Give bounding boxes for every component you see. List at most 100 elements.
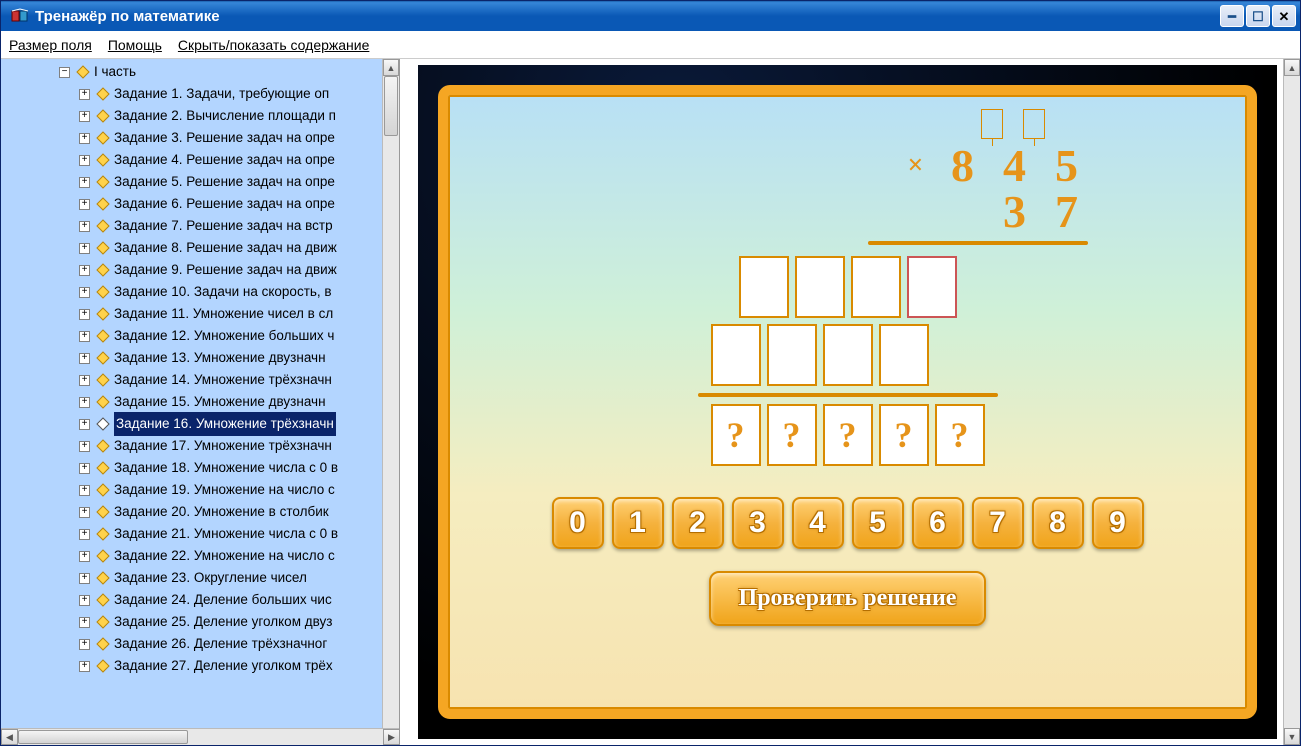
- expand-icon[interactable]: +: [79, 155, 90, 166]
- expand-icon[interactable]: +: [79, 551, 90, 562]
- keypad-1[interactable]: 1: [612, 497, 664, 549]
- expand-icon[interactable]: +: [79, 507, 90, 518]
- expand-icon[interactable]: +: [79, 595, 90, 606]
- maximize-button[interactable]: ☐: [1246, 5, 1270, 27]
- scroll-up-icon[interactable]: ▲: [383, 59, 399, 76]
- tree-item[interactable]: +Задание 16. Умножение трёхзначн: [1, 413, 382, 435]
- tree-item[interactable]: +Задание 27. Деление уголком трёх: [1, 655, 382, 677]
- tree-item[interactable]: +Задание 9. Решение задач на движ: [1, 259, 382, 281]
- tree-item[interactable]: +Задание 4. Решение задач на опре: [1, 149, 382, 171]
- expand-icon[interactable]: +: [79, 133, 90, 144]
- expand-icon[interactable]: +: [79, 243, 90, 254]
- expand-icon[interactable]: +: [79, 177, 90, 188]
- tree-item[interactable]: +Задание 25. Деление уголком двуз: [1, 611, 382, 633]
- expand-icon[interactable]: +: [79, 287, 90, 298]
- tree-item[interactable]: +Задание 5. Решение задач на опре: [1, 171, 382, 193]
- expand-icon[interactable]: +: [79, 111, 90, 122]
- tree-root[interactable]: −I часть: [1, 61, 382, 83]
- expand-icon[interactable]: +: [79, 309, 90, 320]
- result-cell[interactable]: ?: [711, 404, 761, 466]
- expand-icon[interactable]: +: [79, 441, 90, 452]
- keypad-4[interactable]: 4: [792, 497, 844, 549]
- tree-item[interactable]: +Задание 11. Умножение чисел в сл: [1, 303, 382, 325]
- expand-icon[interactable]: +: [79, 353, 90, 364]
- sidebar-vertical-scrollbar[interactable]: ▲ ▼: [382, 59, 399, 745]
- expand-icon[interactable]: +: [79, 463, 90, 474]
- tree-item[interactable]: +Задание 23. Округление чисел: [1, 567, 382, 589]
- tree-item[interactable]: +Задание 15. Умножение двузначн: [1, 391, 382, 413]
- result-cell[interactable]: ?: [823, 404, 873, 466]
- answer-cell[interactable]: [767, 324, 817, 386]
- tree-item[interactable]: +Задание 17. Умножение трёхзначн: [1, 435, 382, 457]
- tree-item[interactable]: +Задание 8. Решение задач на движ: [1, 237, 382, 259]
- answer-cell-active[interactable]: [907, 256, 957, 318]
- keypad-2[interactable]: 2: [672, 497, 724, 549]
- expand-icon[interactable]: +: [79, 375, 90, 386]
- scroll-right-icon[interactable]: ▶: [383, 729, 400, 745]
- tree-item[interactable]: +Задание 21. Умножение числа с 0 в: [1, 523, 382, 545]
- answer-cell[interactable]: [711, 324, 761, 386]
- expand-icon[interactable]: +: [79, 573, 90, 584]
- answer-cell[interactable]: [879, 324, 929, 386]
- keypad-6[interactable]: 6: [912, 497, 964, 549]
- keypad-0[interactable]: 0: [552, 497, 604, 549]
- expand-icon[interactable]: +: [79, 331, 90, 342]
- tree-item[interactable]: +Задание 24. Деление больших чис: [1, 589, 382, 611]
- scroll-down-icon[interactable]: ▼: [1284, 728, 1300, 745]
- answer-cell[interactable]: [795, 256, 845, 318]
- result-cell[interactable]: ?: [767, 404, 817, 466]
- expand-icon[interactable]: +: [79, 221, 90, 232]
- tree-item[interactable]: +Задание 13. Умножение двузначн: [1, 347, 382, 369]
- close-button[interactable]: ✕: [1272, 5, 1296, 27]
- collapse-icon[interactable]: −: [59, 67, 70, 78]
- expand-icon[interactable]: +: [79, 265, 90, 276]
- carry-box[interactable]: [1023, 109, 1045, 139]
- expand-icon[interactable]: +: [79, 617, 90, 628]
- expand-icon[interactable]: +: [79, 199, 90, 210]
- main-vertical-scrollbar[interactable]: ▲ ▼: [1283, 59, 1300, 745]
- keypad-8[interactable]: 8: [1032, 497, 1084, 549]
- window-title: Тренажёр по математике: [35, 8, 1220, 25]
- tree-item[interactable]: +Задание 6. Решение задач на опре: [1, 193, 382, 215]
- expand-icon[interactable]: +: [79, 661, 90, 672]
- tree-item[interactable]: + Задание 26. Деление трёхзначног: [1, 633, 382, 655]
- keypad-7[interactable]: 7: [972, 497, 1024, 549]
- answer-cell[interactable]: [823, 324, 873, 386]
- tree-item[interactable]: +Задание 22. Умножение на число с: [1, 545, 382, 567]
- menu-toggle-toc[interactable]: Скрыть/показать содержание: [178, 37, 369, 53]
- scroll-up-icon[interactable]: ▲: [1284, 59, 1300, 76]
- expand-icon[interactable]: +: [79, 89, 90, 100]
- expand-icon[interactable]: +: [79, 397, 90, 408]
- tree-item[interactable]: +Задание 3. Решение задач на опре: [1, 127, 382, 149]
- sidebar-horizontal-scrollbar[interactable]: ◀ ▶: [1, 728, 400, 745]
- tree-item[interactable]: +Задание 1. Задачи, требующие оп: [1, 83, 382, 105]
- tree-item[interactable]: +Задание 19. Умножение на число с: [1, 479, 382, 501]
- tree-item[interactable]: +Задание 14. Умножение трёхзначн: [1, 369, 382, 391]
- answer-cell[interactable]: [851, 256, 901, 318]
- tree-item[interactable]: +Задание 20. Умножение в столбик: [1, 501, 382, 523]
- scroll-left-icon[interactable]: ◀: [1, 729, 18, 745]
- expand-icon[interactable]: +: [79, 639, 90, 650]
- tree-item-label: Задание 26. Деление трёхзначног: [114, 633, 327, 655]
- tree-item[interactable]: +Задание 10. Задачи на скорость, в: [1, 281, 382, 303]
- minimize-button[interactable]: ━: [1220, 5, 1244, 27]
- menu-field-size[interactable]: Размер поля: [9, 37, 92, 53]
- keypad-3[interactable]: 3: [732, 497, 784, 549]
- scrollbar-thumb[interactable]: [18, 730, 188, 744]
- tree-item[interactable]: +Задание 7. Решение задач на встр: [1, 215, 382, 237]
- check-solution-button[interactable]: Проверить решение: [709, 571, 987, 626]
- expand-icon[interactable]: +: [79, 485, 90, 496]
- tree-item[interactable]: +Задание 2. Вычисление площади п: [1, 105, 382, 127]
- keypad-5[interactable]: 5: [852, 497, 904, 549]
- result-cell[interactable]: ?: [935, 404, 985, 466]
- tree-item[interactable]: +Задание 18. Умножение числа с 0 в: [1, 457, 382, 479]
- carry-box[interactable]: [981, 109, 1003, 139]
- result-cell[interactable]: ?: [879, 404, 929, 466]
- expand-icon[interactable]: +: [79, 419, 90, 430]
- menu-help[interactable]: Помощь: [108, 37, 162, 53]
- keypad-9[interactable]: 9: [1092, 497, 1144, 549]
- tree-item[interactable]: +Задание 12. Умножение больших ч: [1, 325, 382, 347]
- expand-icon[interactable]: +: [79, 529, 90, 540]
- answer-cell[interactable]: [739, 256, 789, 318]
- scrollbar-thumb[interactable]: [384, 76, 398, 136]
